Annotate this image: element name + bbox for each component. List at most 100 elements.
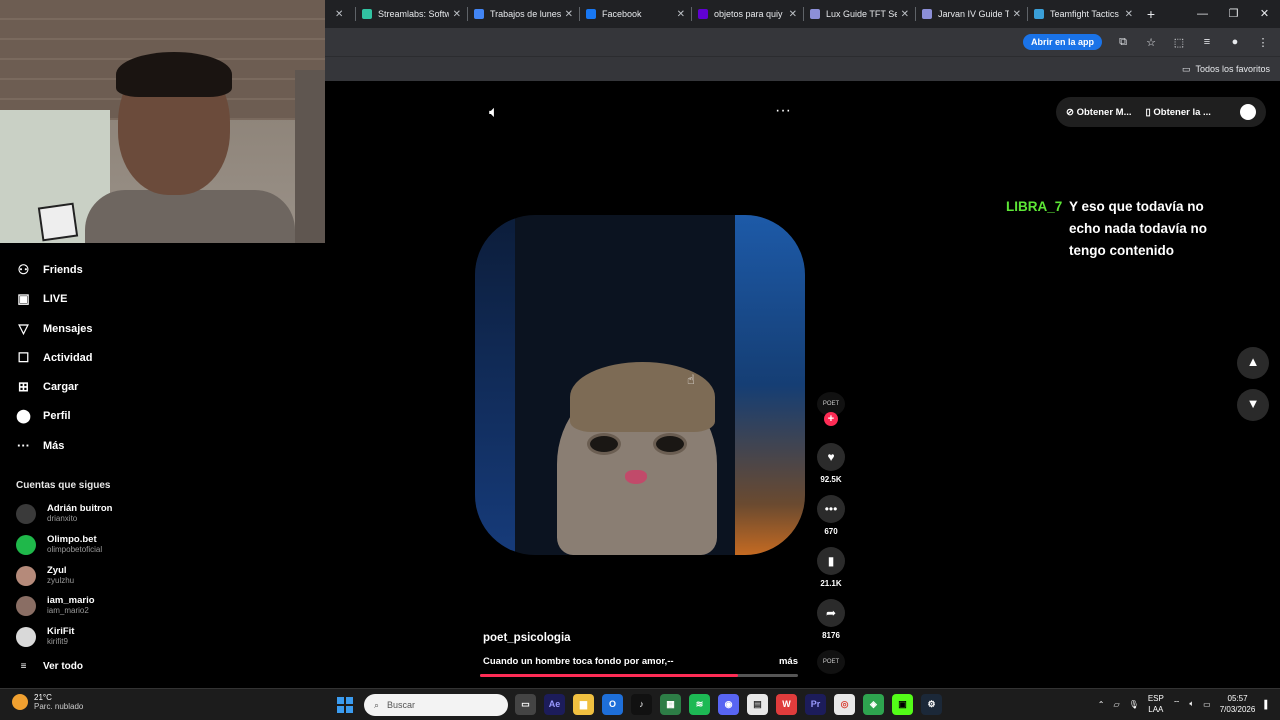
close-window-icon[interactable]: ✕ [1249,0,1280,28]
extensions-icon[interactable]: ⬚ [1172,36,1186,49]
after-effects-icon[interactable]: Ae [544,694,565,715]
video-player[interactable] [475,215,805,555]
language-indicator[interactable]: ESP LAA [1148,693,1164,715]
nav-item-live[interactable]: ▣ LIVE [16,291,67,307]
minimize-icon[interactable]: — [1187,0,1218,28]
windows-start-icon[interactable] [337,697,353,713]
following-item[interactable]: Zyul zyulzhu [16,565,74,586]
following-item[interactable]: Adrián buitron drianxito [16,503,112,524]
store-icon[interactable]: ▦ [660,694,681,715]
close-icon[interactable]: ✕ [677,9,685,20]
microphone-icon[interactable]: 🎙︎ [1129,700,1139,709]
close-icon[interactable]: ✕ [335,9,343,20]
battery-icon[interactable]: ▭ [1203,700,1211,709]
system-tray: ⌃ ▱ 🎙︎ ESP LAA ⌔ 🔈︎ ▭ 05:57 7/03/2026 ▌ [1098,693,1270,715]
tab-jarvan-guide[interactable]: Jarvan IV Guide T ✕ [916,0,1027,28]
heart-icon: ♥ [817,443,845,471]
media-icon[interactable]: ≡ [1200,36,1214,48]
streamer-logo [37,202,79,242]
tab-favicon-icon [474,9,484,19]
next-video-button[interactable]: ▼ [1237,389,1269,421]
get-coins-button[interactable]: ⊘ Obtener M... [1066,107,1132,118]
tab-partial[interactable]: ✕ [325,0,355,28]
see-all-link[interactable]: ≡ Ver todo [16,661,83,672]
theme-toggle[interactable] [1240,104,1256,120]
all-bookmarks-link[interactable]: Todos los favoritos [1195,64,1270,74]
clock[interactable]: 05:57 7/03/2026 [1220,693,1256,715]
new-tab-button[interactable]: + [1139,6,1163,22]
tiktok-icon[interactable]: ♪ [631,694,652,715]
like-count: 92.5K [820,475,842,484]
premiere-icon[interactable]: Pr [805,694,826,715]
network-tray-icon[interactable]: ▱ [1114,700,1120,709]
tab-facebook[interactable]: Facebook ✕ [580,0,691,28]
file-explorer-icon[interactable]: ▆ [573,694,594,715]
streamlabs-icon[interactable]: ▣ [892,694,913,715]
tab-lux-guide[interactable]: Lux Guide TFT Se ✕ [804,0,915,28]
video-progress-bar[interactable] [480,674,798,677]
creator-avatar[interactable]: POET + [816,392,846,426]
close-icon[interactable]: ✕ [1125,9,1133,20]
nav-item-label: Cargar [43,381,79,393]
following-item[interactable]: Olimpo.bet olimpobetoficial [16,534,102,555]
more-options-icon[interactable]: ··· [775,102,791,120]
tab-label: Jarvan IV Guide T [938,9,1009,19]
tab-label: objetos para quiy [714,9,783,19]
profile-avatar-icon[interactable]: ● [1228,36,1242,48]
chevron-up-icon[interactable]: ⌃ [1098,700,1105,709]
outlook-icon[interactable]: O [602,694,623,715]
comment-button[interactable]: ••• 670 [816,495,846,536]
close-icon[interactable]: ✕ [1013,9,1021,20]
wifi-icon[interactable]: ⌔ [1173,699,1181,709]
tab-objetos[interactable]: objetos para quiy ✕ [692,0,803,28]
volume-icon[interactable]: 🔈︎ [489,104,499,122]
tab-trabajos[interactable]: Trabajos de lunes ✕ [468,0,579,28]
more-link[interactable]: más [779,656,798,667]
tab-strip: ✕ Streamlabs: Softw ✕ Trabajos de lunes … [325,0,1280,28]
share-button[interactable]: ➦ 8176 [816,599,846,640]
get-app-button[interactable]: ▯ Obtener la ... [1146,107,1211,118]
nav-item-friends[interactable]: ⚇ Friends [16,262,83,278]
music-disc[interactable]: POET [816,650,846,674]
nav-item-profile[interactable]: ⬤ Perfil [16,408,70,424]
wps-icon[interactable]: W [776,694,797,715]
like-button[interactable]: ♥ 92.5K [816,443,846,484]
task-view-icon[interactable]: ▭ [515,694,536,715]
following-item[interactable]: KiriFit kirifit9 [16,626,74,647]
maximize-icon[interactable]: ❐ [1218,0,1249,28]
close-icon[interactable]: ✕ [453,9,461,20]
close-icon[interactable]: ✕ [789,9,797,20]
app-icon[interactable]: ◈ [863,694,884,715]
cat-nose [625,470,647,484]
translate-icon[interactable]: ⧉ [1116,36,1130,49]
tab-teamfight[interactable]: Teamfight Tactics ✕ [1028,0,1139,28]
close-icon[interactable]: ✕ [901,9,909,20]
notepad-icon[interactable]: ▤ [747,694,768,715]
video-author[interactable]: poet_psicologia [483,632,571,644]
notifications-icon[interactable]: ▌ [1264,700,1270,709]
follow-plus-icon[interactable]: + [824,412,838,426]
spotify-icon[interactable]: ≋ [689,694,710,715]
close-icon[interactable]: ✕ [565,9,573,20]
volume-tray-icon[interactable]: 🔈︎ [1189,699,1194,709]
tab-label: Teamfight Tactics [1050,9,1119,19]
previous-video-button[interactable]: ▲ [1237,347,1269,379]
bookmark-icon: ▮ [817,547,845,575]
open-in-app-button[interactable]: Abrir en la app [1022,34,1102,50]
save-button[interactable]: ▮ 21.1K [816,547,846,588]
steam-icon[interactable]: ⚙ [921,694,942,715]
tab-streamlabs[interactable]: Streamlabs: Softw ✕ [356,0,467,28]
star-icon[interactable]: ☆ [1144,36,1158,49]
nav-item-messages[interactable]: ▽ Mensajes [16,321,93,337]
weather-widget[interactable]: 21°C Parc. nublado [12,693,83,711]
chrome-icon[interactable]: ◎ [834,694,855,715]
nav-item-upload[interactable]: ⊞ Cargar [16,379,78,395]
discord-icon[interactable]: ◉ [718,694,739,715]
nav-item-activity[interactable]: ☐ Actividad [16,350,93,366]
kebab-menu-icon[interactable]: ⋮ [1256,36,1270,49]
share-count: 8176 [822,631,840,640]
nav-item-more[interactable]: ··· Más [16,438,64,453]
taskbar-search[interactable]: ⌕ Buscar [364,694,508,716]
following-item[interactable]: iam_mario iam_mario2 [16,595,95,616]
following-name: Zyul [47,565,67,576]
